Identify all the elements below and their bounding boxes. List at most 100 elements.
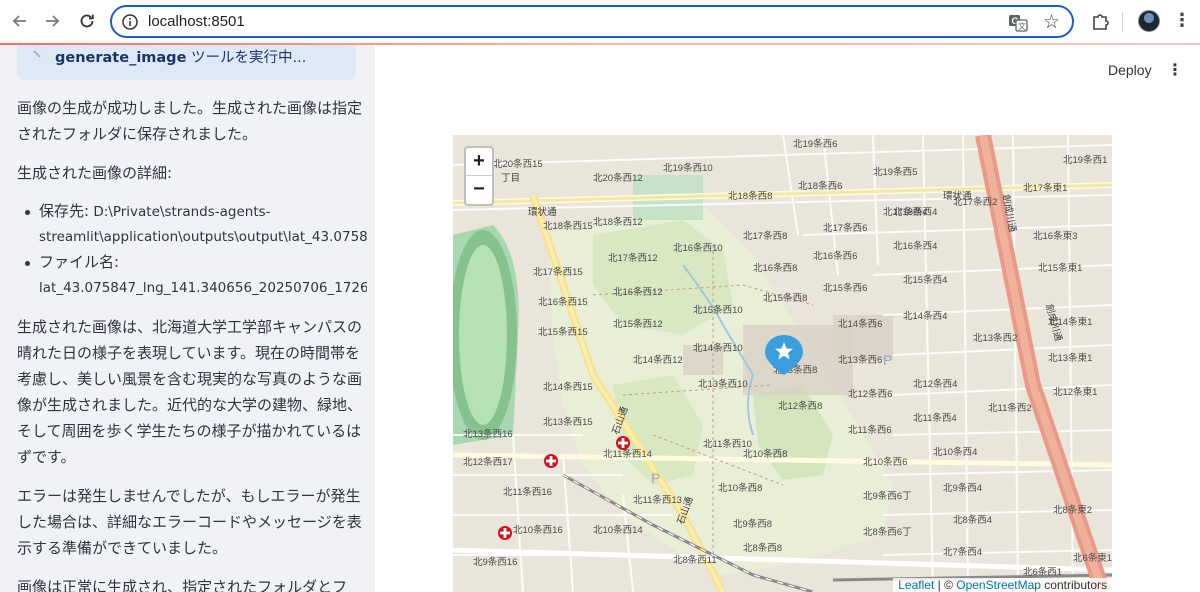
- back-button[interactable]: [8, 9, 32, 33]
- map-label: 北11条西13: [633, 494, 682, 506]
- map-label: 北17条東1: [1023, 182, 1067, 194]
- chat-message: 画像の生成が成功しました。生成された画像は指定されたフォルダに保存されました。 …: [17, 95, 367, 592]
- address-bar[interactable]: localhost:8501 G 文 ☆: [110, 5, 1074, 38]
- map-label: 北16条東3: [1033, 230, 1077, 242]
- tool-status-suffix: ツールを実行中...: [186, 50, 307, 66]
- map-label: 北12条東1: [1053, 386, 1097, 398]
- sidebar: generate_image ツールを実行中... 画像の生成が成功しました。生…: [0, 45, 375, 592]
- reload-icon: [80, 14, 94, 28]
- map-label: 北11条西2: [988, 402, 1032, 414]
- map-label: 北16条西6: [813, 250, 857, 262]
- map-label: 北17条西12: [608, 252, 658, 264]
- map-label: 北8条西6丁: [863, 526, 912, 538]
- reload-button[interactable]: [75, 9, 99, 33]
- list-item: ファイル名: lat_43.075847_lng_141.340656_2025…: [17, 250, 367, 301]
- url-text[interactable]: localhost:8501: [148, 13, 245, 30]
- browser-menu-icon[interactable]: ⋮: [1172, 11, 1192, 33]
- map-label: 北9条西6丁: [863, 490, 912, 502]
- zoom-in-button[interactable]: +: [466, 148, 492, 176]
- map-label: 北8条西11: [673, 554, 717, 566]
- map-label: 北14条西15: [543, 381, 593, 393]
- map-label: 北15条西12: [613, 318, 663, 330]
- map-label: 北11条西14: [603, 448, 652, 460]
- parking-icon: P: [883, 352, 892, 368]
- main-area: Deploy ⋮ 北20条西15 丁目 北20条西12 北19条西10 北19条…: [375, 45, 1200, 592]
- browser-toolbar: localhost:8501 G 文 ☆ ⋮: [0, 0, 1200, 45]
- map-label: 北10条西6: [863, 456, 907, 468]
- map-tiles[interactable]: 北20条西15 丁目 北20条西12 北19条西10 北19条西6 北19条西5…: [453, 135, 1112, 592]
- parking-icon: P: [651, 470, 660, 486]
- translate-icon[interactable]: G 文: [1008, 13, 1028, 33]
- deploy-button[interactable]: Deploy: [1108, 62, 1152, 78]
- map-label: 北10条西4: [933, 446, 977, 458]
- tool-name: generate_image: [55, 50, 187, 66]
- message-paragraph: 画像の生成が成功しました。生成された画像は指定されたフォルダに保存されました。: [17, 99, 363, 143]
- map-label: 北12条西17: [463, 456, 513, 468]
- map-label: 北8条東2: [1053, 504, 1092, 516]
- detail-value: D:\Private\strands-agents-: [89, 204, 271, 220]
- map-label: 北14条西12: [633, 354, 683, 366]
- map-label: 北18条西6: [798, 180, 842, 192]
- message-paragraph: エラーは発生しませんでしたが、もしエラーが発生した場合は、詳細なエラーコードやメ…: [17, 487, 362, 557]
- map-label: 北18条西15: [543, 220, 593, 232]
- profile-avatar[interactable]: [1138, 10, 1160, 32]
- attribution-suffix: contributors: [1040, 578, 1107, 592]
- map-label: 北13条西2: [973, 332, 1017, 344]
- map-label: 北10条西8: [743, 448, 787, 460]
- map-label: 北15条西6: [823, 282, 867, 294]
- detail-label: ファイル名:: [39, 253, 120, 271]
- message-paragraph: 画像は正常に生成され、指定されたフォルダとフ: [17, 578, 348, 592]
- toolbar-divider: [1122, 12, 1123, 32]
- forward-button[interactable]: [40, 9, 64, 33]
- map-label: 北13条西16: [463, 428, 513, 440]
- map-label: 北8条西8: [743, 542, 782, 554]
- map-label: 北16条西12: [613, 286, 663, 298]
- app-menu-icon[interactable]: ⋮: [1167, 60, 1183, 80]
- map-label: 北18条西8: [728, 190, 772, 202]
- hospital-icon: [616, 436, 630, 450]
- list-item: 保存先: D:\Private\strands-agents- streamli…: [17, 199, 367, 250]
- map-label: 北15条西8: [763, 292, 807, 304]
- map-label: 北14条西4: [903, 310, 947, 322]
- map-label: 北14条西10: [693, 342, 743, 354]
- map-label: 北13条西10: [698, 378, 748, 390]
- map-label: 北11条西6: [848, 424, 892, 436]
- bookmark-star-icon[interactable]: ☆: [1043, 11, 1060, 33]
- detail-value-cont: lat_43.075847_lng_141.340656_20250706_17…: [39, 280, 367, 296]
- map-label: 北15条東1: [1038, 262, 1082, 274]
- map-label: 北15条西4: [903, 274, 947, 286]
- map-label: 北9条西8: [733, 518, 772, 530]
- map-label: 北16条西8: [753, 262, 797, 274]
- leaflet-link[interactable]: Leaflet: [898, 578, 934, 592]
- map-label: 北17条西6: [823, 222, 867, 234]
- detail-list: 保存先: D:\Private\strands-agents- streamli…: [17, 199, 367, 301]
- map-label: 北12条西8: [778, 400, 822, 412]
- map-label: 北12条西6: [848, 388, 892, 400]
- road-label: 環状通: [528, 206, 557, 218]
- map-label: 北11条西4: [913, 412, 957, 424]
- map-label: 北9条西4: [943, 482, 982, 494]
- map-view[interactable]: 北20条西15 丁目 北20条西12 北19条西10 北19条西6 北19条西5…: [453, 135, 1112, 592]
- map-label: 北17条西4: [883, 206, 927, 218]
- map-label: 北9条西16: [473, 556, 517, 568]
- tool-status-text: generate_image ツールを実行中...: [55, 46, 306, 67]
- map-label: 北11条西16: [503, 486, 552, 498]
- map-label: 北14条西6: [838, 318, 882, 330]
- osm-link[interactable]: OpenStreetMap: [956, 578, 1041, 592]
- map-label: 北10条西8: [718, 482, 762, 494]
- info-icon[interactable]: [121, 13, 139, 31]
- map-label: 北17条西15: [533, 266, 583, 278]
- map-label: 北8条西4: [953, 514, 992, 526]
- detail-value-cont: streamlit\application\outputs\output\lat…: [39, 229, 367, 245]
- map-label: 北13条西15: [543, 416, 593, 428]
- map-label: 北20条西15: [493, 158, 543, 170]
- map-label: 北19条西10: [663, 162, 713, 174]
- extensions-puzzle-icon[interactable]: [1089, 11, 1111, 33]
- zoom-out-button[interactable]: −: [466, 176, 492, 204]
- map-attribution: Leaflet | © OpenStreetMap contributors: [893, 578, 1112, 592]
- map-label: 北16条西4: [893, 240, 937, 252]
- svg-text:文: 文: [1018, 21, 1026, 31]
- map-label: 北16条西15: [538, 296, 588, 308]
- hospital-icon: [498, 526, 512, 540]
- map-label: 北19条西5: [873, 166, 917, 178]
